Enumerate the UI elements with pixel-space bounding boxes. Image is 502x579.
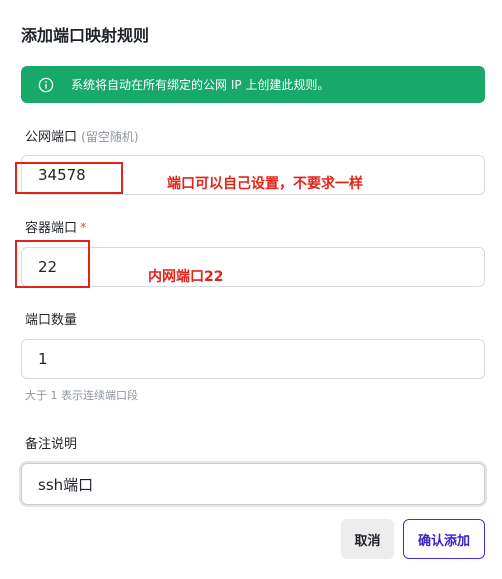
info-alert: 系统将自动在所有绑定的公网 IP 上创建此规则。 [21,66,485,103]
port-count-label: 端口数量 [25,313,78,328]
alert-text: 系统将自动在所有绑定的公网 IP 上创建此规则。 [71,78,330,92]
port-count-helper: 大于 1 表示连续端口段 [25,389,138,402]
confirm-add-button[interactable]: 确认添加 [403,519,485,559]
remark-input[interactable]: ssh端口 [21,463,485,505]
container-port-label-text: 容器端口 [25,221,78,236]
container-port-input[interactable]: 22 [21,247,485,287]
container-port-label: 容器端口 * [25,220,87,238]
public-port-label: 公网端口 (留空随机) [25,128,139,147]
remark-label: 备注说明 [25,437,78,452]
container-port-highlight-box [15,240,90,288]
public-port-annotation: 端口可以自己设置，不要求一样 [167,176,363,192]
dialog-title: 添加端口映射规则 [21,26,150,45]
required-mark: * [80,221,87,236]
port-count-value: 1 [38,350,48,368]
public-port-hint: (留空随机) [81,130,139,144]
public-port-highlight-box [15,162,123,194]
remark-value: ssh端口 [38,475,94,494]
info-icon [38,77,54,93]
cancel-button[interactable]: 取消 [341,519,394,559]
public-port-label-text: 公网端口 [25,130,78,145]
container-port-annotation: 内网端口22 [148,269,224,285]
port-count-input[interactable]: 1 [21,339,485,379]
